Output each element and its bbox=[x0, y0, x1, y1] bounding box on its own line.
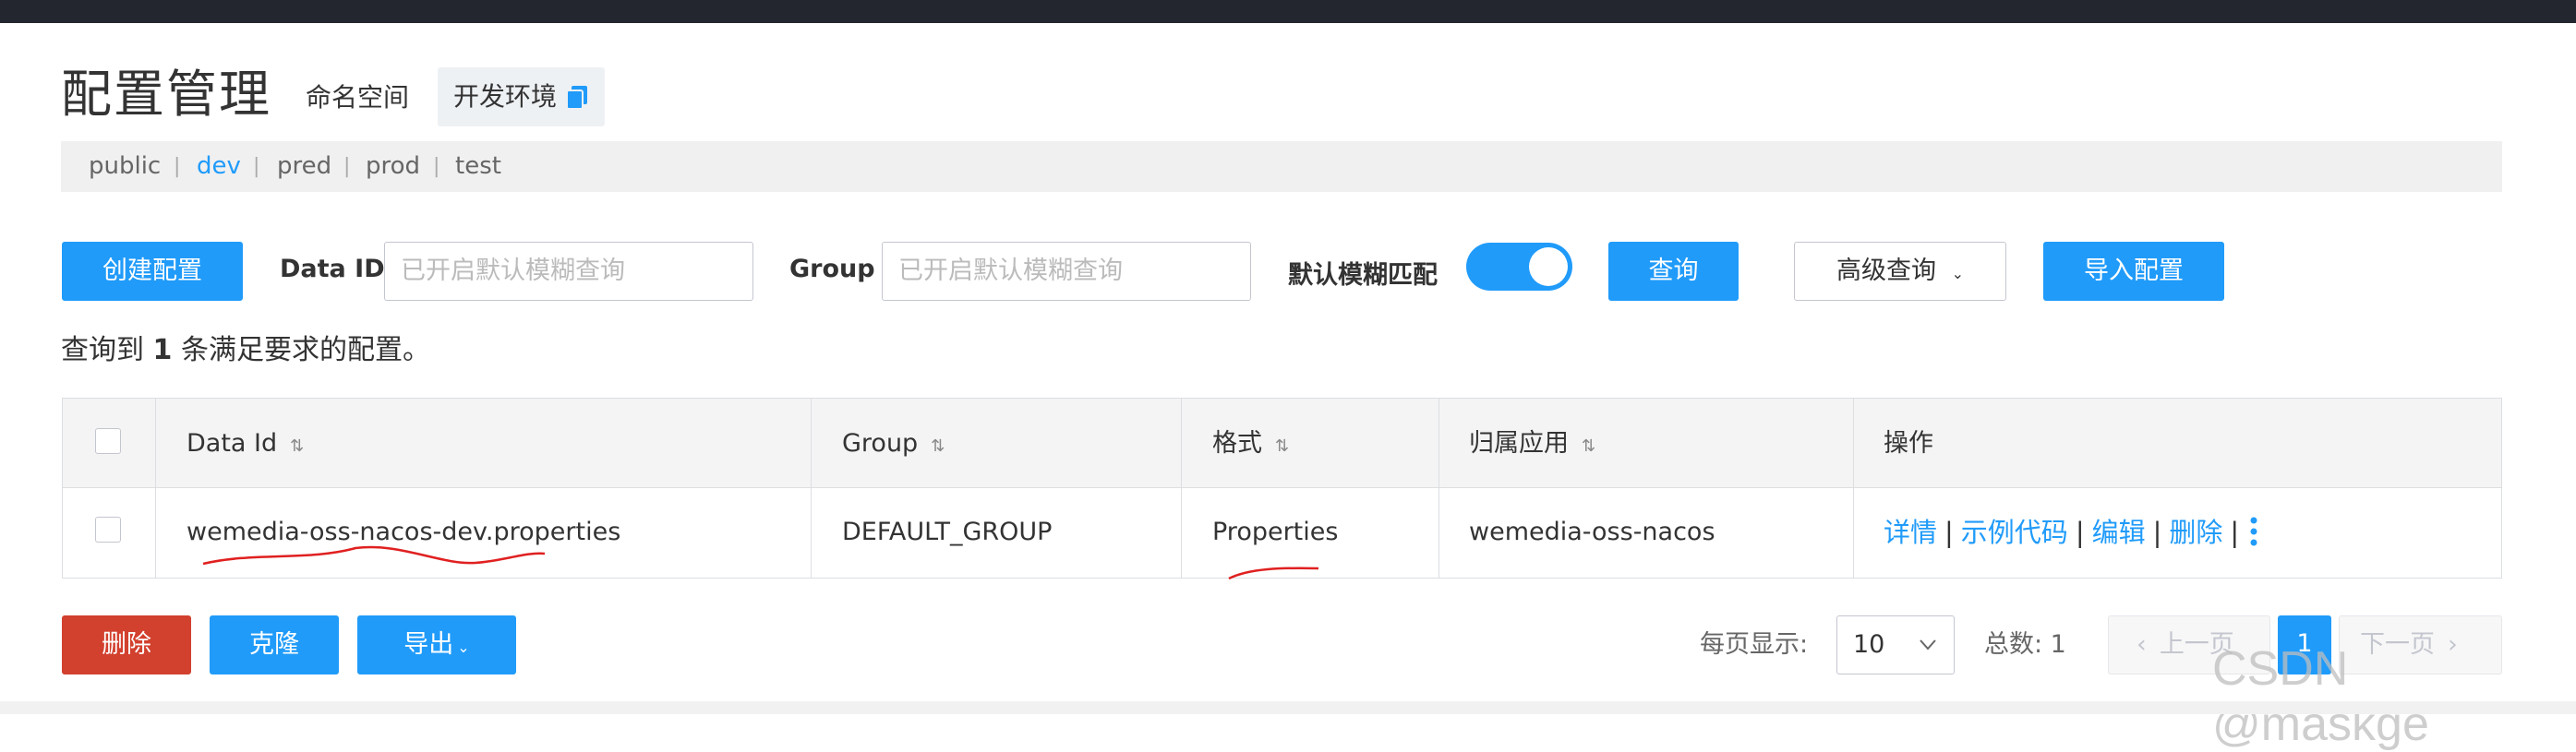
query-button[interactable]: 查询 bbox=[1608, 242, 1739, 301]
top-bar bbox=[0, 0, 2576, 23]
header-format[interactable]: 格式 ⇅ bbox=[1212, 399, 1289, 491]
header-format-label: 格式 bbox=[1212, 429, 1262, 458]
header-group[interactable]: Group ⇅ bbox=[842, 399, 945, 491]
data-id-label: Data ID bbox=[280, 255, 385, 283]
namespace-separator: | bbox=[253, 155, 260, 178]
per-page-select[interactable]: 10 bbox=[1836, 615, 1955, 674]
env-badge: 开发环境 bbox=[438, 67, 605, 126]
result-summary: 查询到 1 条满足要求的配置。 bbox=[61, 332, 430, 369]
op-separator: | bbox=[2075, 517, 2085, 548]
chevron-down-icon: ⌄ bbox=[457, 639, 470, 656]
group-label: Group bbox=[789, 255, 875, 283]
header-data-id-label: Data Id bbox=[187, 429, 278, 458]
namespace-tab-public[interactable]: public bbox=[89, 141, 161, 192]
detail-link[interactable]: 详情 bbox=[1884, 517, 1937, 548]
chevron-down-icon: ⌄ bbox=[1951, 265, 1964, 282]
row-checkbox[interactable] bbox=[95, 517, 121, 543]
watermark: CSDN @maskge bbox=[2212, 642, 2429, 751]
namespace-tab-pred[interactable]: pred bbox=[277, 141, 331, 192]
page-title: 配置管理 bbox=[61, 65, 272, 124]
result-prefix: 查询到 bbox=[61, 334, 144, 366]
annotation-underline bbox=[1228, 567, 1319, 580]
import-config-button[interactable]: 导入配置 bbox=[2043, 242, 2224, 301]
header-group-label: Group bbox=[842, 429, 919, 458]
chevron-down-icon bbox=[1920, 639, 1936, 651]
more-vertical-icon[interactable] bbox=[2249, 516, 2258, 547]
toggle-knob bbox=[1529, 247, 1568, 286]
namespace-tabs: public | dev | pred | prod | test bbox=[61, 141, 2502, 192]
header-app[interactable]: 归属应用 ⇅ bbox=[1469, 399, 1595, 491]
column-divider bbox=[155, 399, 156, 578]
namespace-tab-prod[interactable]: prod bbox=[366, 141, 420, 192]
annotation-underline bbox=[202, 545, 546, 566]
advanced-query-button[interactable]: 高级查询 ⌄ bbox=[1794, 242, 2006, 301]
create-config-button[interactable]: 创建配置 bbox=[62, 242, 243, 301]
export-label: 导出 bbox=[403, 630, 454, 659]
header-data-id[interactable]: Data Id ⇅ bbox=[187, 399, 304, 491]
column-divider bbox=[1438, 399, 1439, 578]
chevron-left-icon: ‹ bbox=[2137, 630, 2147, 659]
namespace-separator: | bbox=[433, 155, 440, 178]
batch-delete-button[interactable]: 删除 bbox=[62, 615, 191, 674]
copy-icon[interactable] bbox=[565, 85, 589, 111]
env-name: 开发环境 bbox=[453, 81, 558, 112]
sort-icon[interactable]: ⇅ bbox=[290, 436, 304, 456]
namespace-tab-dev[interactable]: dev bbox=[197, 141, 241, 192]
result-count: 1 bbox=[152, 334, 173, 366]
sample-code-link[interactable]: 示例代码 bbox=[1961, 517, 2068, 548]
cell-group: DEFAULT_GROUP bbox=[842, 518, 1053, 546]
sort-icon[interactable]: ⇅ bbox=[931, 436, 945, 456]
horizontal-scrollbar[interactable] bbox=[0, 701, 2576, 714]
cell-operations: 详情 | 示例代码 | 编辑 | 删除 | bbox=[1884, 488, 2246, 579]
data-id-input[interactable]: 已开启默认模糊查询 bbox=[384, 242, 753, 301]
namespace-separator: | bbox=[343, 155, 351, 178]
namespace-label: 命名空间 bbox=[306, 82, 410, 113]
sort-icon[interactable]: ⇅ bbox=[1582, 436, 1595, 456]
sort-icon[interactable]: ⇅ bbox=[1275, 436, 1289, 456]
op-separator: | bbox=[1944, 517, 1954, 548]
advanced-query-label: 高级查询 bbox=[1836, 257, 1936, 285]
per-page-label: 每页显示: bbox=[1700, 630, 1809, 659]
result-suffix: 条满足要求的配置。 bbox=[180, 334, 430, 366]
export-button[interactable]: 导出 ⌄ bbox=[357, 615, 516, 674]
clone-button[interactable]: 克隆 bbox=[210, 615, 339, 674]
header-app-label: 归属应用 bbox=[1469, 429, 1569, 458]
namespace-tab-test[interactable]: test bbox=[455, 141, 501, 192]
delete-link[interactable]: 删除 bbox=[2169, 517, 2222, 548]
op-separator: | bbox=[2230, 517, 2240, 548]
header-operations: 操作 bbox=[1884, 429, 1933, 458]
fuzzy-match-label: 默认模糊匹配 bbox=[1288, 261, 1438, 290]
column-divider bbox=[1181, 399, 1182, 578]
cell-app: wemedia-oss-nacos bbox=[1469, 518, 1715, 546]
column-divider bbox=[811, 399, 812, 578]
namespace-separator: | bbox=[174, 155, 181, 178]
column-divider bbox=[1853, 399, 1854, 578]
per-page-value: 10 bbox=[1853, 630, 1885, 659]
total-count: 总数: 1 bbox=[1984, 630, 2066, 659]
group-input[interactable]: 已开启默认模糊查询 bbox=[882, 242, 1251, 301]
select-all-checkbox[interactable] bbox=[95, 428, 121, 454]
edit-link[interactable]: 编辑 bbox=[2092, 517, 2146, 548]
op-separator: | bbox=[2152, 517, 2162, 548]
fuzzy-match-toggle[interactable] bbox=[1466, 243, 1572, 291]
